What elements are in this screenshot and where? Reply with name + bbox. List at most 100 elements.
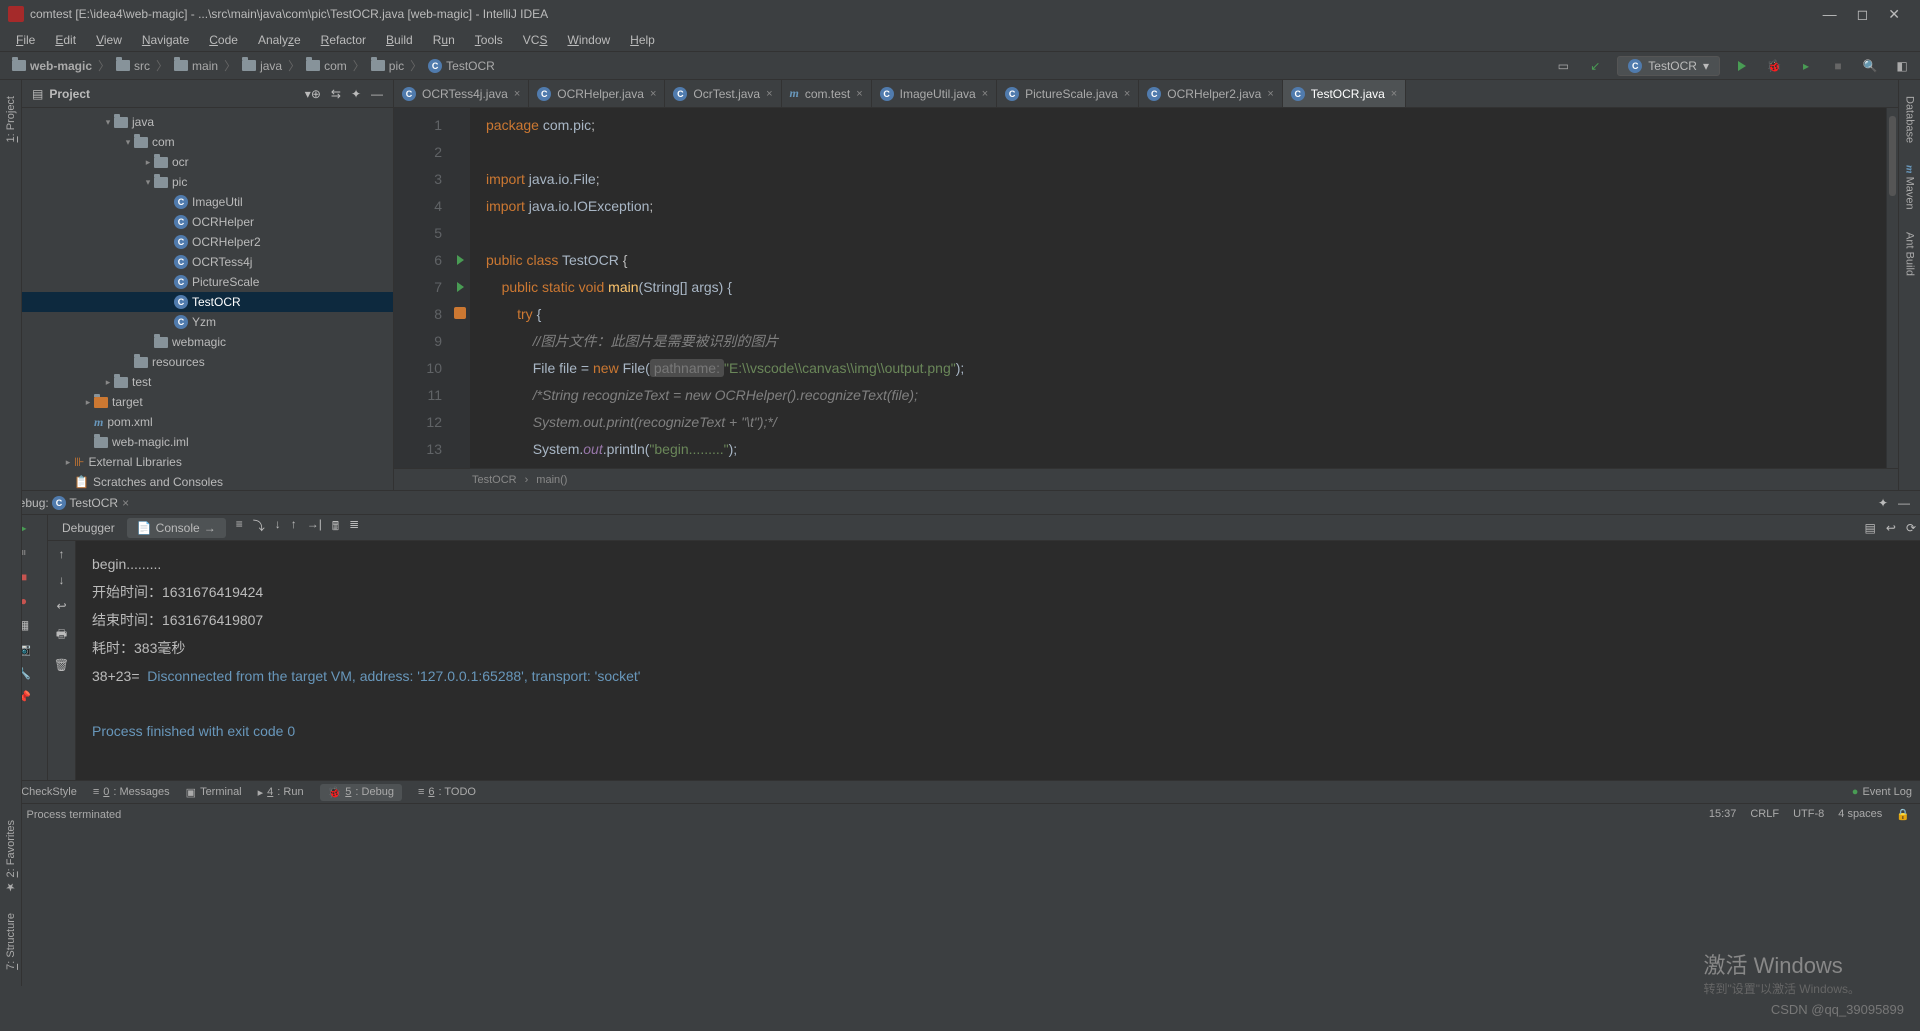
hide-icon[interactable]: — [371,87,383,101]
crumb-root[interactable]: web-magic [30,59,92,73]
minimize-button[interactable]: — [1823,6,1837,23]
editor-tab-ocrhelper-java[interactable]: OCRHelper.java× [529,80,665,107]
favorites-tool-button[interactable]: ★ 2: Favorites [4,820,17,894]
crumb[interactable]: src [134,59,150,73]
run-config-selector[interactable]: TestOCR ▾ [1617,56,1720,76]
close-tab-icon[interactable]: × [1124,88,1130,100]
editor-tab-ocrtess4j-java[interactable]: OCRTess4j.java× [394,80,529,107]
step-out-icon[interactable]: ↑ [291,517,297,538]
tree-item-ocr[interactable]: ▸ocr [22,152,393,172]
editor-tab-picturescale-java[interactable]: PictureScale.java× [997,80,1139,107]
run-gutter-icon[interactable] [457,282,464,292]
maven-tool-button[interactable]: m Maven [1904,165,1916,210]
up-icon[interactable]: ↑ [59,547,65,561]
down-icon[interactable]: ↓ [59,573,65,587]
close-tab-icon[interactable]: × [1267,88,1273,100]
close-icon[interactable]: × [122,496,129,510]
menu-analyze[interactable]: Analyze [250,31,309,49]
run-gutter-icon[interactable] [457,255,464,265]
locate-icon[interactable]: ⊕ [311,87,321,101]
coverage-button[interactable]: ▸ [1796,56,1816,76]
menu-run[interactable]: Run [425,31,463,49]
crumb-method[interactable]: main() [536,474,567,486]
tree-item-pom-xml[interactable]: mpom.xml [22,412,393,432]
crumb[interactable]: java [260,59,282,73]
step-over-icon[interactable]: ⤵ [253,517,265,538]
status-indent[interactable]: 4 spaces [1838,808,1882,821]
tree-item-target[interactable]: ▸target [22,392,393,412]
gear-icon[interactable]: ✦ [1878,496,1888,510]
breadcrumb[interactable]: web-magic〉 src〉 main〉 java〉 com〉 pic〉 Te… [8,57,499,74]
menu-build[interactable]: Build [378,31,421,49]
evaluate-icon[interactable]: 🖩 [332,517,339,538]
gear-icon[interactable]: ✦ [351,87,361,101]
antbuild-tool-button[interactable]: Ant Build [1904,232,1916,276]
menu-view[interactable]: View [88,31,130,49]
menu-file[interactable]: File [8,31,43,49]
status-eol[interactable]: CRLF [1750,808,1779,821]
search-icon[interactable]: 🔍 [1860,56,1880,76]
close-tab-icon[interactable]: × [1391,88,1397,100]
event-log-button[interactable]: ● Event Log [1852,786,1912,798]
tree-item-scratches-and-consoles[interactable]: 📋Scratches and Consoles [22,472,393,490]
print-icon[interactable]: 🖶 [56,625,67,646]
tree-item-ocrhelper[interactable]: OCRHelper [22,212,393,232]
crumb[interactable]: TestOCR [446,59,495,73]
messages-button[interactable]: ≡ 0: Messages [93,786,170,798]
console-tab[interactable]: 📄Console→ [127,518,226,538]
clear-icon[interactable]: 🗑 [54,658,69,672]
tree-item-pic[interactable]: ▾pic [22,172,393,192]
close-tab-icon[interactable]: × [982,88,988,100]
debug-button-bottom[interactable]: 🐞 5: Debug [320,784,402,801]
tree-item-picturescale[interactable]: PictureScale [22,272,393,292]
database-tool-button[interactable]: Database [1904,96,1916,143]
collapse-icon[interactable]: ⇆ [331,87,341,101]
close-tab-icon[interactable]: × [856,88,862,100]
project-tool-button[interactable]: 1: Project [5,96,17,142]
crumb-class[interactable]: TestOCR [472,474,517,486]
lock-icon[interactable]: 🔒 [1896,808,1910,821]
editor-scrollbar[interactable] [1886,108,1898,468]
crumb[interactable]: main [192,59,218,73]
editor-tab-testocr-java[interactable]: TestOCR.java× [1283,80,1406,107]
tree-item-resources[interactable]: resources [22,352,393,372]
editor-tab-com-test[interactable]: mcom.test× [782,80,872,107]
terminal-button[interactable]: ▣ Terminal [186,786,242,799]
debugger-tab[interactable]: Debugger [52,518,125,538]
todo-button[interactable]: ≡ 6: TODO [418,786,476,798]
soft-wrap-icon[interactable]: ↩ [1886,521,1896,535]
close-button[interactable]: ✕ [1888,6,1900,23]
updates-icon[interactable]: ◧ [1892,56,1912,76]
trace-icon[interactable]: ≣ [349,517,359,538]
filter-icon[interactable]: ▤ [1865,521,1876,535]
menu-vcs[interactable]: VCS [515,31,556,49]
structure-tool-button[interactable]: 7: Structure [5,913,17,970]
menu-code[interactable]: Code [201,31,246,49]
tree-item-web-magic-iml[interactable]: web-magic.iml [22,432,393,452]
menu-tools[interactable]: Tools [467,31,511,49]
tree-item-ocrtess4j[interactable]: OCRTess4j [22,252,393,272]
tree-item-external-libraries[interactable]: ▸⊪External Libraries [22,452,393,472]
console-output[interactable]: begin......... 开始时间：1631676419424 结束时间：1… [76,541,1920,780]
build-icon[interactable]: ▭ [1553,56,1573,76]
menu-help[interactable]: Help [622,31,663,49]
tree-item-java[interactable]: ▾java [22,112,393,132]
tree-item-testocr[interactable]: TestOCR [22,292,393,312]
tree-item-yzm[interactable]: Yzm [22,312,393,332]
tree-item-imageutil[interactable]: ImageUtil [22,192,393,212]
editor-tab-imageutil-java[interactable]: ImageUtil.java× [872,80,997,107]
tree-item-com[interactable]: ▾com [22,132,393,152]
hide-icon[interactable]: — [1898,496,1910,510]
crumb[interactable]: com [324,59,347,73]
step-icon[interactable]: ≡ [236,517,243,538]
close-tab-icon[interactable]: × [766,88,772,100]
menu-navigate[interactable]: Navigate [134,31,197,49]
code-editor[interactable]: 12345678910111213 package com.pic; impor… [394,108,1898,468]
close-tab-icon[interactable]: × [514,88,520,100]
step-into-icon[interactable]: ↓ [275,517,281,538]
run-button[interactable] [1732,56,1752,76]
wrap-icon[interactable]: ↩ [56,599,66,613]
tree-item-ocrhelper2[interactable]: OCRHelper2 [22,232,393,252]
close-tab-icon[interactable]: × [650,88,656,100]
project-tree[interactable]: ▾java▾com▸ocr▾pic ImageUtil OCRHelper OC… [22,108,393,490]
